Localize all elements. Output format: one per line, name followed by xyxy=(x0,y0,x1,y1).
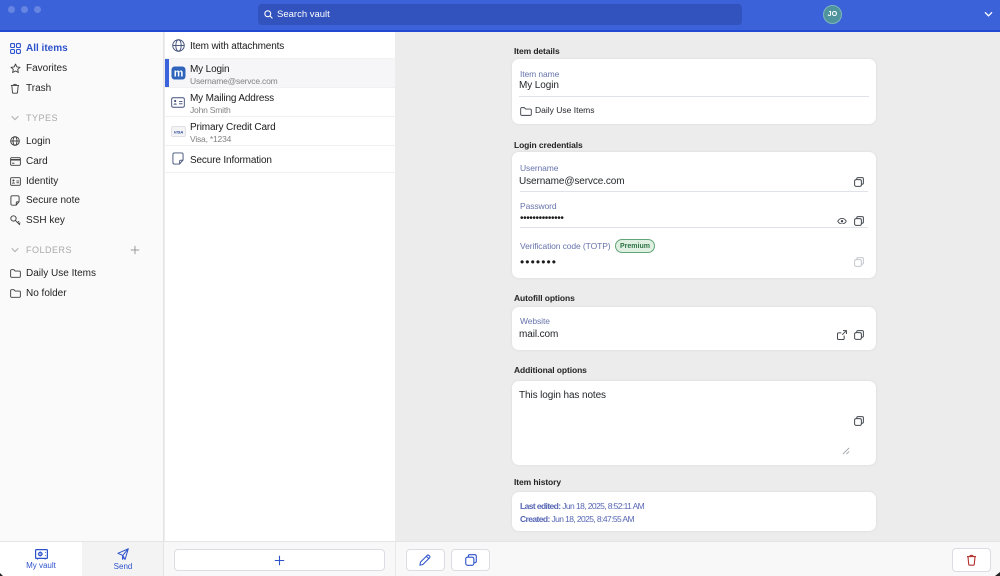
svg-text:VISA: VISA xyxy=(173,129,182,134)
svg-text:m: m xyxy=(173,68,183,80)
